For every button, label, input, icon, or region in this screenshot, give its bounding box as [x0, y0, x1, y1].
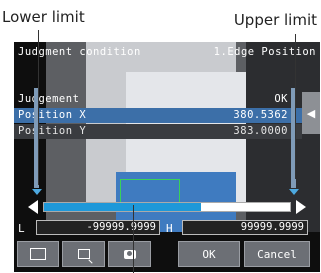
slider-fill — [44, 203, 202, 211]
upper-limit-handle[interactable] — [289, 189, 299, 195]
chevron-left-icon: ◀ — [306, 106, 316, 120]
result-value: OK — [274, 93, 288, 105]
lower-limit-handle[interactable] — [32, 189, 42, 195]
header-bar: Judgment condition 1.Edge Position — [14, 46, 320, 60]
ok-button[interactable]: OK — [178, 241, 240, 267]
arrow-left-icon[interactable] — [28, 200, 38, 214]
zoom-button[interactable] — [62, 241, 105, 267]
upper-limit-label: H — [166, 222, 173, 235]
result-label: Position Y — [18, 125, 87, 137]
lower-limit-callout: Lower limit — [2, 8, 85, 26]
result-label: Position X — [18, 109, 87, 121]
fit-icon — [30, 248, 46, 260]
result-value: 383.0000 — [233, 125, 288, 137]
item-name: 1.Edge Position — [213, 46, 316, 58]
camera-button[interactable] — [108, 241, 151, 267]
page-title: Judgment condition — [18, 46, 141, 58]
lower-limit-label: L — [18, 222, 25, 235]
result-value: 380.5362 — [233, 109, 288, 121]
arrow-right-icon[interactable] — [296, 200, 306, 214]
upper-limit-field[interactable]: 99999.9999 — [182, 220, 308, 235]
fit-button[interactable] — [17, 241, 59, 267]
slider-track[interactable] — [43, 202, 291, 212]
result-row-position-x[interactable]: Position X 380.5362 — [14, 108, 302, 123]
result-row-position-y[interactable]: Position Y 383.0000 — [14, 124, 302, 139]
result-row-judgement: Judgement OK — [14, 92, 302, 107]
lower-limit-field[interactable]: -99999.9999 — [36, 220, 160, 235]
zoom-icon — [77, 249, 90, 259]
slider-leader-line — [133, 205, 134, 273]
lower-limit-leader-line — [38, 30, 39, 185]
cancel-button[interactable]: Cancel — [244, 241, 310, 267]
limit-slider[interactable] — [28, 198, 306, 216]
result-label: Judgement — [18, 93, 80, 105]
device-screen: Judgment condition 1.Edge Position Judge… — [14, 42, 320, 272]
upper-limit-callout: Upper limit — [233, 11, 317, 29]
upper-limit-leader-line — [295, 34, 296, 179]
collapse-panel-button[interactable]: ◀ — [302, 92, 320, 134]
